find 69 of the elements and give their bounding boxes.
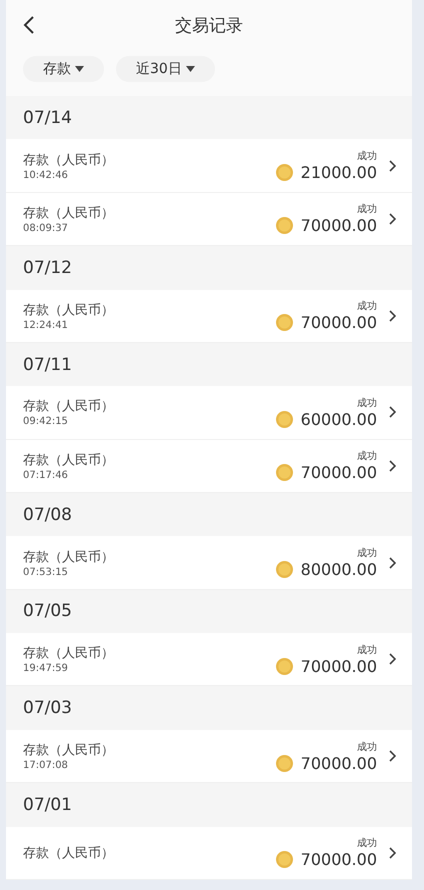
transaction-title: 存款（人民币） (23, 742, 115, 760)
transaction-amount: 80000.00 (300, 560, 377, 580)
page-title: 交易记录 (175, 14, 243, 36)
transaction-title: 存款（人民币） (23, 204, 115, 222)
chevron-icon (389, 406, 396, 418)
transaction-amount: 70000.00 (300, 313, 377, 332)
coin-icon (276, 658, 293, 675)
filter-dropdown[interactable]: 存款 (23, 56, 104, 82)
transaction-time: 17:07:08 (23, 760, 69, 772)
date-label: 07/08 (23, 504, 72, 525)
chevron-icon (389, 846, 396, 859)
transaction-title: 存款（人民币） (23, 302, 115, 319)
transaction-amount: 21000.00 (300, 163, 377, 182)
chevron-icon (389, 653, 396, 666)
coin-icon (276, 164, 293, 182)
transaction-row[interactable]: 存款（人民币） 09:42:15 成功 60000.00 (6, 386, 412, 440)
transaction-time: 07:53:15 (23, 566, 69, 578)
coin-icon (276, 851, 293, 868)
transaction-amount: 70000.00 (300, 656, 377, 676)
transaction-status: 成功 (357, 836, 377, 850)
coin-icon (276, 314, 293, 332)
transaction-title: 存款（人民币） (23, 645, 115, 662)
transaction-title: 存款（人民币） (23, 398, 115, 416)
transaction-title: 存款（人民币） (23, 844, 115, 862)
transaction-title: 存款（人民币） (23, 452, 115, 469)
transaction-status: 成功 (357, 644, 377, 657)
transaction-row[interactable]: 存款（人民币） 10:42:46 成功 21000.00 (6, 139, 412, 193)
transaction-time: 12:24:41 (23, 320, 69, 331)
coin-icon (276, 754, 293, 772)
coin-icon (276, 464, 293, 482)
transaction-status: 成功 (357, 740, 377, 754)
chevron-icon (389, 160, 396, 172)
transaction-time: 19:47:59 (23, 663, 69, 674)
transaction-amount: 60000.00 (300, 410, 377, 429)
date-label: 07/12 (23, 258, 72, 278)
transaction-amount: 70000.00 (300, 850, 377, 870)
filter-dropdown[interactable]: 近30日 (116, 56, 215, 82)
transaction-time: 09:42:15 (23, 416, 69, 428)
transaction-amount: 70000.00 (300, 216, 377, 236)
back-icon (23, 15, 35, 35)
chevron-icon (389, 556, 396, 569)
transaction-title: 存款（人民币） (23, 152, 115, 169)
transaction-status: 成功 (357, 396, 377, 410)
chevron-icon (389, 212, 396, 225)
date-label: 07/11 (23, 354, 72, 375)
caret-icon (75, 66, 84, 72)
transaction-status: 成功 (357, 150, 377, 164)
transaction-row[interactable]: 存款（人民币） 成功 70000.00 (6, 826, 412, 880)
transaction-status: 成功 (357, 546, 377, 560)
chevron-icon (389, 310, 396, 322)
transaction-status: 成功 (357, 450, 377, 464)
transaction-title: 存款（人民币） (23, 548, 115, 566)
date-label: 07/14 (23, 108, 72, 128)
transaction-amount: 70000.00 (300, 754, 377, 773)
transaction-time: 10:42:46 (23, 170, 69, 181)
transaction-amount: 70000.00 (300, 463, 377, 482)
coin-icon (276, 561, 293, 578)
transaction-time: 07:17:46 (23, 470, 69, 481)
chevron-icon (389, 750, 396, 762)
date-label: 07/03 (23, 698, 72, 718)
caret-icon (186, 66, 195, 72)
chevron-icon (389, 460, 396, 472)
transaction-status: 成功 (357, 300, 377, 314)
transaction-time: 08:09:37 (23, 222, 69, 234)
coin-icon (276, 217, 293, 234)
coin-icon (276, 410, 293, 428)
date-label: 07/01 (23, 794, 72, 815)
date-label: 07/05 (23, 601, 72, 622)
transaction-status: 成功 (357, 202, 377, 216)
